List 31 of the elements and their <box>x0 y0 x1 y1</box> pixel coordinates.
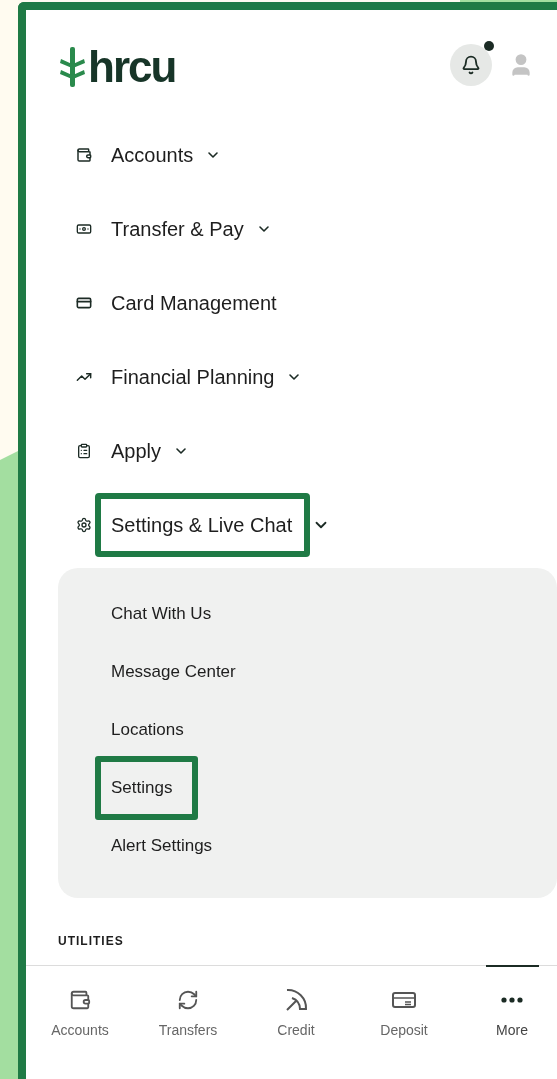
clipboard-icon <box>76 443 92 459</box>
menu-item[interactable]: Financial Planning <box>111 365 275 389</box>
nav-tab[interactable]: Transfers <box>134 966 242 1079</box>
leaf-icon <box>58 45 86 89</box>
highlighted-menu-item[interactable]: Settings & Live Chat <box>95 493 311 557</box>
nav-tab[interactable]: Credit <box>242 966 350 1079</box>
selected-indicator <box>486 965 539 967</box>
dollar-bill-icon <box>76 221 92 237</box>
more-icon <box>501 997 523 1003</box>
submenu-item[interactable]: Locations <box>111 720 184 740</box>
logo-text: hrcu <box>88 45 176 89</box>
credit-card-icon <box>76 295 92 311</box>
refresh-icon <box>177 989 199 1011</box>
menu-item[interactable]: Accounts <box>111 143 194 167</box>
submenu-item[interactable]: Alert Settings <box>111 836 213 856</box>
wallet-icon <box>69 989 91 1011</box>
wallet-icon <box>76 147 92 163</box>
nav-tab[interactable]: Deposit <box>350 966 458 1079</box>
bell-icon <box>461 55 481 75</box>
card-icon <box>391 990 417 1010</box>
section-heading: UTILITIES <box>58 934 125 948</box>
menu-item[interactable]: Apply <box>111 439 162 463</box>
submenu-item[interactable]: Message Center <box>111 662 236 682</box>
submenu-item[interactable]: Chat With Us <box>111 604 212 624</box>
notifications-button[interactable] <box>450 44 492 86</box>
settings-icon <box>76 517 92 533</box>
menu-item[interactable]: Transfer & Pay <box>111 217 244 241</box>
menu-item[interactable]: Card Management <box>111 291 277 315</box>
nav-tab[interactable]: More <box>458 966 557 1079</box>
nav-tab[interactable]: Accounts <box>26 966 134 1079</box>
highlighted-submenu-item[interactable]: Settings <box>95 756 199 820</box>
